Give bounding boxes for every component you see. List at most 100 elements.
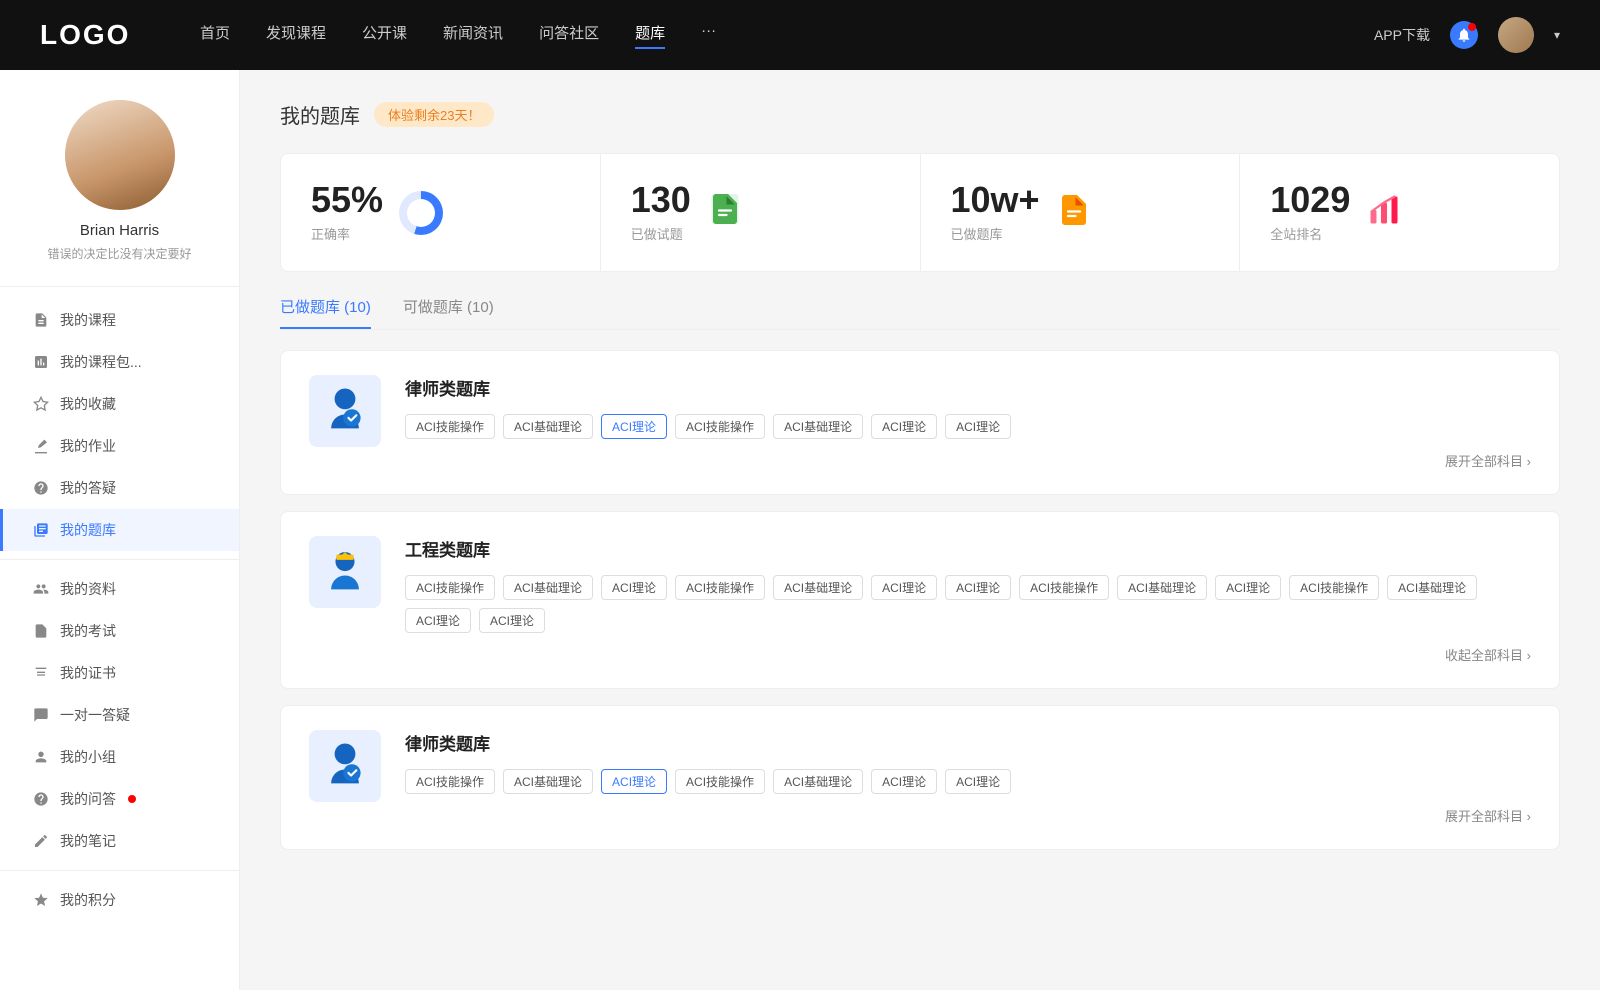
nav-item-home[interactable]: 首页 bbox=[200, 22, 230, 49]
favorites-icon bbox=[32, 395, 50, 413]
nav-item-discover[interactable]: 发现课程 bbox=[266, 22, 326, 49]
tag-2-8[interactable]: ACI基础理论 bbox=[1117, 575, 1207, 600]
course-package-icon bbox=[32, 353, 50, 371]
sidebar-item-label: 我的课程 bbox=[60, 310, 116, 330]
stat-accuracy: 55% 正确率 bbox=[281, 154, 601, 271]
navbar-right: APP下载 ▾ bbox=[1374, 17, 1560, 53]
qbank-content-3: 律师类题库 ACI技能操作 ACI基础理论 ACI理论 ACI技能操作 ACI基… bbox=[405, 730, 1531, 825]
sidebar-item-homework[interactable]: 我的作业 bbox=[0, 425, 239, 467]
accuracy-chart bbox=[399, 191, 443, 235]
sidebar-item-label: 我的小组 bbox=[60, 747, 116, 767]
tag-3-4[interactable]: ACI基础理论 bbox=[773, 769, 863, 794]
sidebar-item-my-points[interactable]: 我的积分 bbox=[0, 879, 239, 921]
sidebar-item-my-notes[interactable]: 我的笔记 bbox=[0, 820, 239, 862]
bell-icon bbox=[1456, 27, 1472, 43]
nav-item-qbank[interactable]: 题库 bbox=[635, 22, 665, 49]
tag-1-4[interactable]: ACI基础理论 bbox=[773, 414, 863, 439]
main-layout: Brian Harris 错误的决定比没有决定要好 我的课程 我的课程包... bbox=[0, 70, 1600, 990]
qbank-tags-3: ACI技能操作 ACI基础理论 ACI理论 ACI技能操作 ACI基础理论 AC… bbox=[405, 769, 1531, 794]
stat-done-questions-value: 130 bbox=[631, 182, 691, 218]
tag-3-2[interactable]: ACI理论 bbox=[601, 769, 667, 794]
tag-2-10[interactable]: ACI技能操作 bbox=[1289, 575, 1379, 600]
tag-2-4[interactable]: ACI基础理论 bbox=[773, 575, 863, 600]
navbar-logo: LOGO bbox=[40, 19, 140, 51]
my-points-icon bbox=[32, 891, 50, 909]
tag-2-13[interactable]: ACI理论 bbox=[479, 608, 545, 633]
sidebar-item-label: 我的课程包... bbox=[60, 352, 142, 372]
tag-1-6[interactable]: ACI理论 bbox=[945, 414, 1011, 439]
nav-item-qa[interactable]: 问答社区 bbox=[539, 22, 599, 49]
user-avatar[interactable] bbox=[1498, 17, 1534, 53]
stat-done-questions-text: 130 已做试题 bbox=[631, 182, 691, 243]
expand-link-2[interactable]: 收起全部科目 › bbox=[1445, 645, 1531, 664]
doc-yellow-icon bbox=[1056, 192, 1092, 233]
tag-1-0[interactable]: ACI技能操作 bbox=[405, 414, 495, 439]
homework-icon bbox=[32, 437, 50, 455]
qbank-title-2: 工程类题库 bbox=[405, 536, 1531, 561]
tag-2-1[interactable]: ACI基础理论 bbox=[503, 575, 593, 600]
sidebar-item-label: 我的题库 bbox=[60, 520, 116, 540]
qbank-title-1: 律师类题库 bbox=[405, 375, 1531, 400]
notification-bell-button[interactable] bbox=[1450, 21, 1478, 49]
sidebar-item-label: 我的问答 bbox=[60, 789, 116, 809]
tag-2-9[interactable]: ACI理论 bbox=[1215, 575, 1281, 600]
sidebar-item-my-qbank[interactable]: 我的题库 bbox=[0, 509, 239, 551]
tabs-row: 已做题库 (10) 可做题库 (10) bbox=[280, 296, 1560, 330]
qbank-footer-1: 展开全部科目 › bbox=[405, 451, 1531, 470]
my-profile-icon bbox=[32, 580, 50, 598]
tag-3-1[interactable]: ACI基础理论 bbox=[503, 769, 593, 794]
sidebar-item-my-group[interactable]: 我的小组 bbox=[0, 736, 239, 778]
tag-3-6[interactable]: ACI理论 bbox=[945, 769, 1011, 794]
sidebar-item-my-cert[interactable]: 我的证书 bbox=[0, 652, 239, 694]
nav-item-news[interactable]: 新闻资讯 bbox=[443, 22, 503, 49]
stat-done-questions-label: 已做试题 bbox=[631, 224, 691, 243]
tag-3-5[interactable]: ACI理论 bbox=[871, 769, 937, 794]
sidebar-item-course-package[interactable]: 我的课程包... bbox=[0, 341, 239, 383]
tag-2-3[interactable]: ACI技能操作 bbox=[675, 575, 765, 600]
doc-green-svg bbox=[707, 191, 743, 227]
notification-badge bbox=[128, 795, 136, 803]
tag-1-2[interactable]: ACI理论 bbox=[601, 414, 667, 439]
stat-accuracy-text: 55% 正确率 bbox=[311, 182, 383, 243]
my-exam-icon bbox=[32, 622, 50, 640]
sidebar-item-my-exam[interactable]: 我的考试 bbox=[0, 610, 239, 652]
tag-2-7[interactable]: ACI技能操作 bbox=[1019, 575, 1109, 600]
tab-done-banks[interactable]: 已做题库 (10) bbox=[280, 296, 371, 329]
sidebar-item-my-profile[interactable]: 我的资料 bbox=[0, 568, 239, 610]
sidebar-item-my-course[interactable]: 我的课程 bbox=[0, 299, 239, 341]
tag-3-3[interactable]: ACI技能操作 bbox=[675, 769, 765, 794]
sidebar-item-my-qa[interactable]: 我的答疑 bbox=[0, 467, 239, 509]
sidebar-item-my-question[interactable]: 我的问答 bbox=[0, 778, 239, 820]
tag-3-0[interactable]: ACI技能操作 bbox=[405, 769, 495, 794]
sidebar-item-label: 我的资料 bbox=[60, 579, 116, 599]
tag-2-2[interactable]: ACI理论 bbox=[601, 575, 667, 600]
sidebar-item-label: 我的笔记 bbox=[60, 831, 116, 851]
qbank-card-lawyer-2: 律师类题库 ACI技能操作 ACI基础理论 ACI理论 ACI技能操作 ACI基… bbox=[280, 705, 1560, 850]
stat-done-banks-value: 10w+ bbox=[951, 182, 1040, 218]
tag-2-11[interactable]: ACI基础理论 bbox=[1387, 575, 1477, 600]
expand-link-1[interactable]: 展开全部科目 › bbox=[1445, 451, 1531, 470]
sidebar-item-favorites[interactable]: 我的收藏 bbox=[0, 383, 239, 425]
tag-1-1[interactable]: ACI基础理论 bbox=[503, 414, 593, 439]
sidebar-item-label: 我的积分 bbox=[60, 890, 116, 910]
tag-2-6[interactable]: ACI理论 bbox=[945, 575, 1011, 600]
sidebar-item-1on1-qa[interactable]: 一对一答疑 bbox=[0, 694, 239, 736]
app-download-button[interactable]: APP下载 bbox=[1374, 25, 1430, 45]
tag-2-0[interactable]: ACI技能操作 bbox=[405, 575, 495, 600]
qbank-lawyer-icon-wrap-2 bbox=[309, 730, 381, 802]
tag-2-12[interactable]: ACI理论 bbox=[405, 608, 471, 633]
lawyer-svg-icon bbox=[319, 385, 371, 437]
my-course-icon bbox=[32, 311, 50, 329]
avatar-image bbox=[65, 100, 175, 210]
expand-link-3[interactable]: 展开全部科目 › bbox=[1445, 806, 1531, 825]
stat-ranking-value: 1029 bbox=[1270, 182, 1350, 218]
user-dropdown-icon[interactable]: ▾ bbox=[1554, 28, 1560, 42]
tag-1-5[interactable]: ACI理论 bbox=[871, 414, 937, 439]
tag-1-3[interactable]: ACI技能操作 bbox=[675, 414, 765, 439]
tab-available-banks[interactable]: 可做题库 (10) bbox=[403, 296, 494, 329]
stat-done-banks: 10w+ 已做题库 bbox=[921, 154, 1241, 271]
nav-item-more[interactable]: ··· bbox=[701, 22, 716, 49]
tag-2-5[interactable]: ACI理论 bbox=[871, 575, 937, 600]
stat-ranking-label: 全站排名 bbox=[1270, 224, 1350, 243]
nav-item-open-course[interactable]: 公开课 bbox=[362, 22, 407, 49]
